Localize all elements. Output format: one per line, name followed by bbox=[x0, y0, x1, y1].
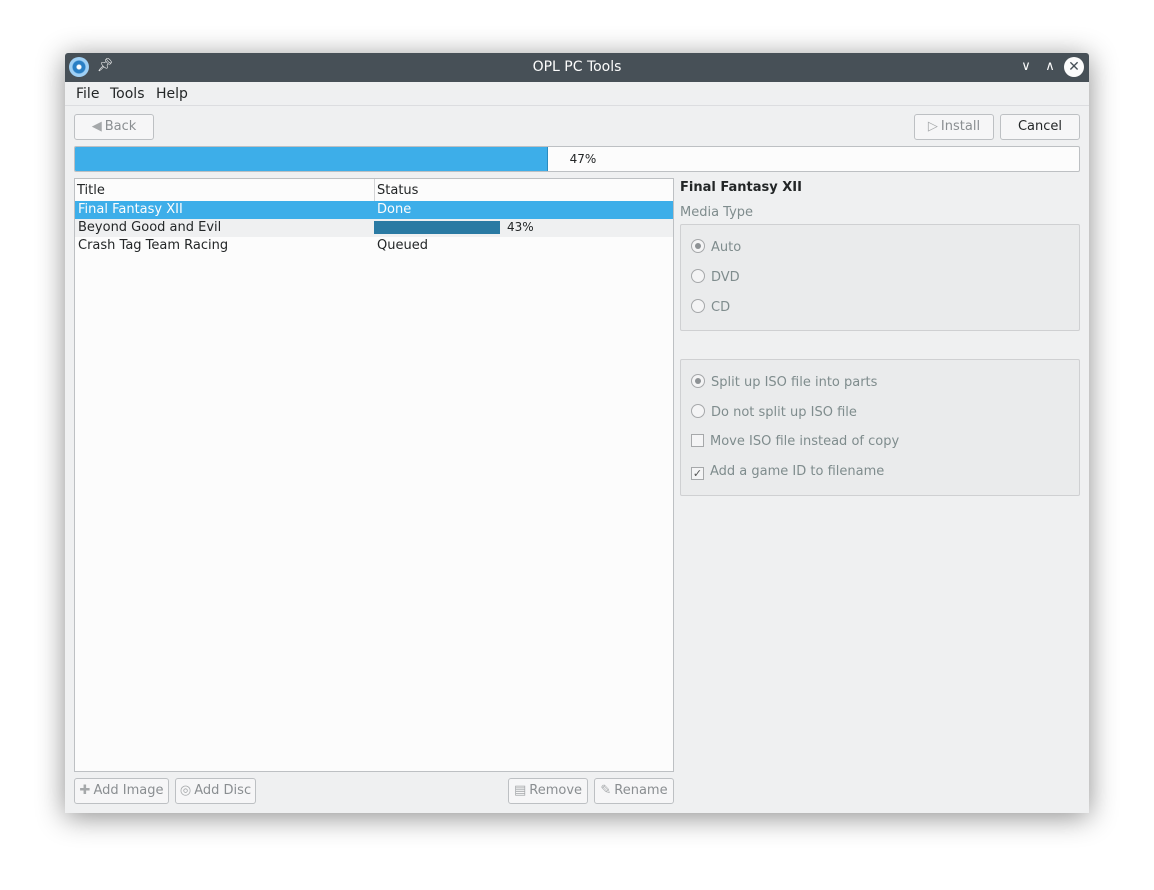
list-header: Title Status bbox=[75, 179, 673, 202]
menu-help[interactable]: Help bbox=[156, 86, 188, 102]
row-status: Done bbox=[377, 202, 412, 217]
main-window: 📌︎ OPL PC Tools ∨ ∧ ✕ File Tools Help ◀ B… bbox=[65, 53, 1089, 813]
maximize-icon[interactable]: ∧ bbox=[1040, 57, 1060, 77]
split-iso-radio[interactable]: Split up ISO file into parts bbox=[691, 374, 877, 390]
column-header-title[interactable]: Title bbox=[77, 183, 105, 198]
menu-tools[interactable]: Tools bbox=[110, 86, 145, 102]
add-disc-label: Add Disc bbox=[194, 783, 252, 798]
radio-selected-icon bbox=[691, 374, 705, 388]
rename-button[interactable]: ✎ Rename bbox=[594, 778, 674, 804]
move-iso-label: Move ISO file instead of copy bbox=[710, 434, 900, 449]
media-auto-radio[interactable]: Auto bbox=[691, 239, 741, 255]
media-dvd-label: DVD bbox=[711, 270, 740, 285]
column-header-status[interactable]: Status bbox=[374, 179, 674, 201]
radio-icon bbox=[691, 299, 705, 313]
add-game-id-checkbox[interactable]: ✓ Add a game ID to filename bbox=[691, 464, 884, 480]
overall-progress-bar: 47% bbox=[74, 146, 1080, 172]
trash-icon: ▤ bbox=[513, 783, 527, 798]
pencil-icon: ✎ bbox=[600, 783, 612, 798]
no-split-iso-radio[interactable]: Do not split up ISO file bbox=[691, 404, 857, 420]
column-header-status-label: Status bbox=[377, 183, 419, 198]
checkmark-icon: ✓ bbox=[691, 467, 704, 480]
remove-label: Remove bbox=[529, 783, 583, 798]
row-progress-label: 43% bbox=[507, 220, 534, 234]
radio-selected-icon bbox=[691, 239, 705, 253]
add-image-button[interactable]: ✚ Add Image bbox=[74, 778, 169, 804]
arrow-left-icon: ◀ bbox=[91, 119, 102, 134]
row-title: Crash Tag Team Racing bbox=[78, 238, 229, 253]
table-row[interactable]: Final Fantasy XII Done bbox=[75, 201, 673, 219]
add-disc-button[interactable]: ◎ Add Disc bbox=[175, 778, 256, 804]
minimize-icon[interactable]: ∨ bbox=[1016, 57, 1036, 77]
overall-progress-fill bbox=[75, 147, 548, 171]
remove-button[interactable]: ▤ Remove bbox=[508, 778, 588, 804]
row-title: Beyond Good and Evil bbox=[78, 220, 222, 235]
install-label: Install bbox=[940, 119, 981, 134]
media-cd-radio[interactable]: CD bbox=[691, 299, 730, 315]
plus-icon: ✚ bbox=[79, 783, 91, 798]
window-title: OPL PC Tools bbox=[532, 59, 622, 75]
overall-progress-label: 47% bbox=[569, 152, 597, 166]
media-cd-label: CD bbox=[711, 300, 731, 315]
back-button[interactable]: ◀ Back bbox=[74, 114, 154, 140]
game-list[interactable]: Title Status Final Fantasy XII Done Beyo… bbox=[74, 178, 674, 772]
row-status: Queued bbox=[377, 238, 428, 253]
row-title: Final Fantasy XII bbox=[78, 202, 183, 217]
media-type-label: Media Type bbox=[680, 205, 754, 220]
no-split-iso-label: Do not split up ISO file bbox=[711, 405, 857, 420]
disc-icon: ◎ bbox=[179, 783, 192, 798]
row-progress-bar bbox=[374, 221, 500, 234]
title-bar[interactable]: 📌︎ OPL PC Tools ∨ ∧ ✕ bbox=[65, 53, 1089, 82]
add-image-label: Add Image bbox=[93, 783, 164, 798]
menu-bar: File Tools Help bbox=[65, 82, 1089, 106]
play-icon: ▷ bbox=[927, 119, 938, 134]
media-type-group: Auto DVD CD bbox=[680, 224, 1080, 331]
menu-file[interactable]: File bbox=[76, 86, 99, 102]
radio-icon bbox=[691, 269, 705, 283]
install-button[interactable]: ▷ Install bbox=[914, 114, 994, 140]
move-iso-checkbox[interactable]: Move ISO file instead of copy bbox=[691, 434, 899, 449]
table-row[interactable]: Crash Tag Team Racing Queued bbox=[75, 237, 673, 255]
close-icon[interactable]: ✕ bbox=[1064, 57, 1084, 77]
table-row[interactable]: Beyond Good and Evil 43% bbox=[75, 219, 673, 237]
radio-icon bbox=[691, 404, 705, 418]
media-auto-label: Auto bbox=[711, 240, 742, 255]
media-dvd-radio[interactable]: DVD bbox=[691, 269, 740, 285]
options-group: Split up ISO file into parts Do not spli… bbox=[680, 359, 1080, 496]
split-iso-label: Split up ISO file into parts bbox=[711, 375, 878, 390]
checkbox-icon bbox=[691, 434, 704, 447]
back-label: Back bbox=[104, 119, 137, 134]
cancel-button[interactable]: Cancel bbox=[1000, 114, 1080, 140]
selected-game-title: Final Fantasy XII bbox=[680, 180, 802, 195]
rename-label: Rename bbox=[614, 783, 668, 798]
add-game-id-label: Add a game ID to filename bbox=[710, 464, 885, 479]
